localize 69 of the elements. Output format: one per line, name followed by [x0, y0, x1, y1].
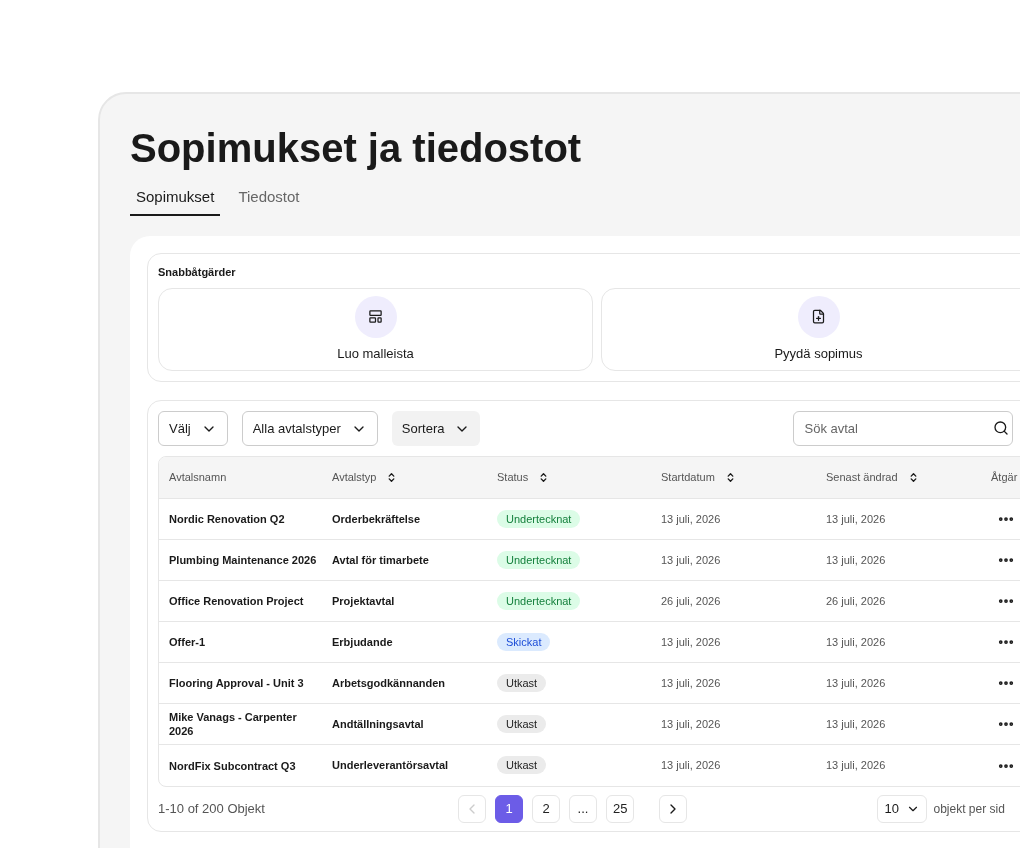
page-button[interactable]: 2	[532, 795, 560, 823]
table-cell-text: Office Renovation Project	[169, 594, 305, 608]
status-badge: Undertecknat	[497, 591, 581, 610]
status-badge: Utkast	[497, 714, 547, 733]
column-header: Avtalstyp	[332, 470, 377, 486]
table-cell: 26 juli, 2026	[661, 594, 721, 607]
table-cell: Erbjudande	[332, 635, 393, 648]
page-title: Sopimukset ja tiedostot	[130, 125, 582, 172]
table-cell: 13 juli, 2026	[826, 759, 886, 772]
table-row[interactable]: Flooring Approval - Unit 3 Arbetsgodkännanden Utkast 13 juli, 2026 13 juli, 2026	[159, 663, 1020, 704]
table-cell: Underleverantörsavtal	[332, 759, 449, 772]
table-row[interactable]: Offer-1 Erbjudande Skickat 13 juli, 2026 13 juli, 2026	[159, 622, 1020, 663]
table-cell: Andtällningsavtal	[332, 717, 424, 730]
table-row[interactable]: Plumbing Maintenance 2026 Avtal för timarbete Undertecknat 13 juli, 2026 13 juli, 2026	[159, 540, 1020, 581]
table-cell: 13 juli, 2026	[661, 635, 721, 648]
layout-icon	[368, 309, 383, 325]
column-header: Åtgär	[991, 470, 1018, 486]
column-header: Senast ändrad	[826, 470, 898, 486]
table-row[interactable]: Nordic Renovation Q2 Orderbekräftelse Undertecknat 13 juli, 2026 13 juli, 2026	[159, 499, 1020, 540]
table-cell: 13 juli, 2026	[661, 553, 721, 566]
table-cell: Arbetsgodkännanden	[332, 676, 446, 689]
column-header: Startdatum	[661, 470, 715, 486]
status-badge: Utkast	[497, 756, 547, 775]
table-cell-text: NordFix Subcontract Q3	[169, 758, 297, 773]
table-cell: 13 juli, 2026	[826, 553, 886, 566]
table-cell: Avtal för timarbete	[332, 553, 429, 566]
filter-dropdown[interactable]: Sortera	[391, 411, 481, 446]
filter-dropdown[interactable]: Alla avtalstyper	[241, 411, 378, 446]
status-badge: Undertecknat	[497, 509, 581, 528]
table-cell-text: Mike Vanags - Carpenter 2026	[169, 710, 298, 738]
table-cell: 13 juli, 2026	[826, 635, 886, 648]
table-cell: 13 juli, 2026	[661, 717, 721, 730]
table-cell: 13 juli, 2026	[661, 676, 721, 689]
file-plus-icon	[811, 309, 826, 325]
section-title: Snabbåtgärder	[158, 264, 236, 280]
table-cell: Orderbekräftelse	[332, 512, 421, 525]
table-cell: 13 juli, 2026	[661, 512, 721, 525]
status-badge: Undertecknat	[497, 550, 581, 569]
pagination-summary: 1-10 of 200 Objekt	[158, 800, 266, 819]
table-cell: 13 juli, 2026	[826, 512, 886, 525]
status-badge: Skickat	[497, 632, 551, 651]
status-badge: Utkast	[497, 673, 547, 692]
page-button[interactable]: ...	[569, 795, 597, 823]
table-cell: Projektavtal	[332, 594, 395, 607]
table-cell: 13 juli, 2026	[661, 759, 721, 772]
search-field[interactable]: Sök avtal	[793, 411, 1014, 446]
table-cell-text: Nordic Renovation Q2	[169, 512, 286, 526]
table-cell-text: Flooring Approval - Unit 3	[169, 676, 305, 690]
filter-dropdown[interactable]: Välj	[158, 411, 228, 446]
table-cell-text: Offer-1	[169, 635, 207, 649]
table-row[interactable]: Mike Vanags - Carpenter 2026 Andtällningsavtal Utkast 13 juli, 2026 13 juli, 2026	[159, 704, 1020, 745]
table-cell: 13 juli, 2026	[826, 717, 886, 730]
per-page-dropdown[interactable]: 10	[877, 795, 928, 823]
page-button[interactable]: 1	[495, 795, 523, 823]
table-row[interactable]: Office Renovation Project Projektavtal Undertecknat 26 juli, 2026 26 juli, 2026	[159, 581, 1020, 622]
column-header: Status	[497, 470, 529, 486]
table-row[interactable]: NordFix Subcontract Q3 Underleverantörsavtal Utkast 13 juli, 2026 13 juli, 2026	[159, 745, 1020, 786]
tab[interactable]: Tiedostot	[232, 186, 306, 216]
column-header: Avtalsnamn	[169, 470, 227, 486]
page-button[interactable]: 25	[606, 795, 635, 823]
table-cell-text: Plumbing Maintenance 2026	[169, 553, 318, 567]
table-cell: 26 juli, 2026	[826, 594, 886, 607]
tab[interactable]: Sopimukset	[130, 186, 221, 216]
quick-action-button[interactable]: Luo malleista	[158, 288, 593, 371]
quick-action-button[interactable]: Pyydä sopimus	[601, 288, 1020, 371]
per-page-label: objekt per sid	[933, 801, 1005, 818]
search-icon	[993, 420, 1010, 436]
table-cell: 13 juli, 2026	[826, 676, 886, 689]
next-page-button[interactable]	[659, 795, 688, 823]
